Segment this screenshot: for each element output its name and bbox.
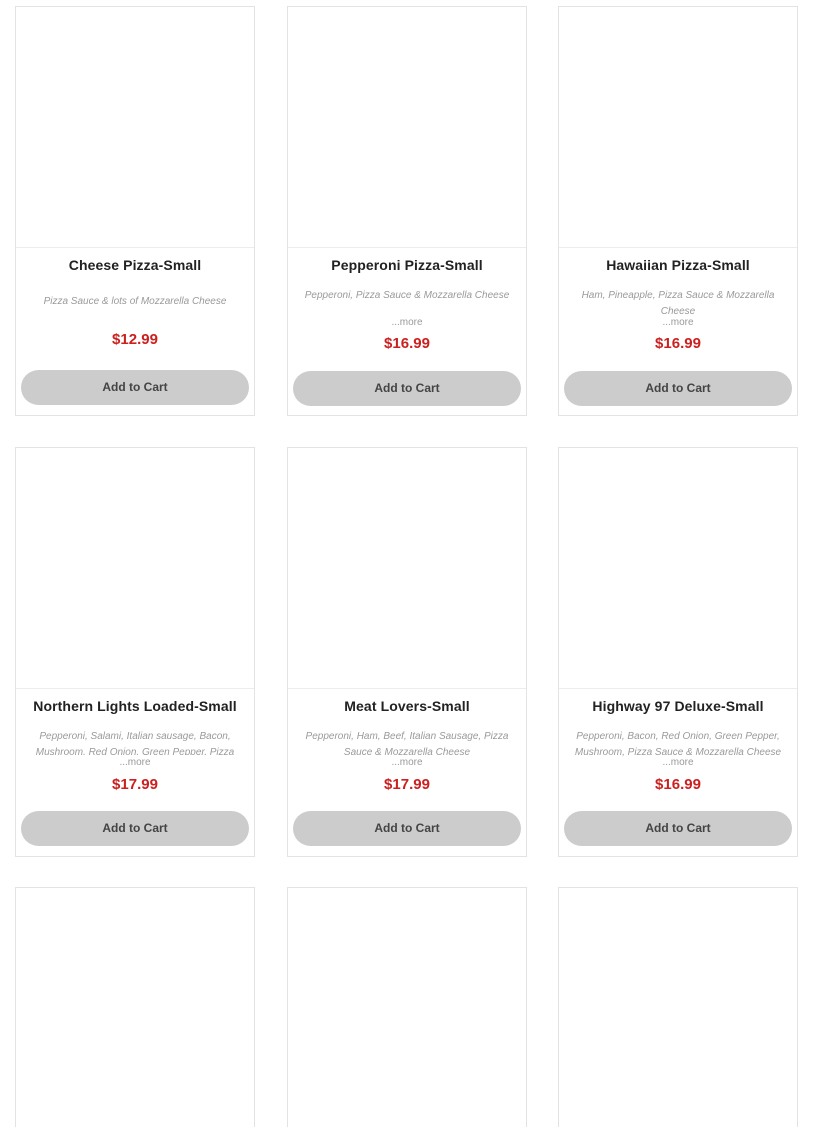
product-card[interactable] (287, 887, 527, 1128)
more-link[interactable]: ...more (288, 757, 526, 769)
product-card[interactable]: Hawaiian Pizza-Small Ham, Pineapple, Piz… (558, 6, 798, 416)
more-link[interactable]: ...more (288, 317, 526, 329)
product-image[interactable] (288, 448, 526, 689)
product-price: $17.99 (112, 776, 158, 793)
product-image[interactable] (288, 888, 526, 1128)
product-image[interactable] (16, 888, 254, 1128)
product-card[interactable]: Meat Lovers-Small Pepperoni, Ham, Beef, … (287, 447, 527, 857)
product-image[interactable] (559, 888, 797, 1128)
add-to-cart-button[interactable]: Add to Cart (293, 811, 521, 846)
product-price: $16.99 (384, 335, 430, 352)
product-description: Pizza Sauce & lots of Mozzarella Cheese (43, 296, 227, 307)
product-card[interactable] (15, 887, 255, 1128)
product-title[interactable]: Cheese Pizza-Small (16, 257, 254, 273)
product-title[interactable]: Northern Lights Loaded-Small (16, 698, 254, 714)
more-link[interactable]: ...more (559, 317, 797, 329)
add-to-cart-button[interactable]: Add to Cart (21, 811, 249, 846)
product-image[interactable] (16, 448, 254, 689)
product-price: $17.99 (384, 776, 430, 793)
product-description: Ham, Pineapple, Pizza Sauce & Mozzarella… (581, 290, 775, 317)
add-to-cart-button[interactable]: Add to Cart (564, 811, 792, 846)
product-title[interactable]: Highway 97 Deluxe-Small (559, 698, 797, 714)
product-title[interactable]: Pepperoni Pizza-Small (288, 257, 526, 273)
product-image[interactable] (16, 7, 254, 248)
product-price: $16.99 (655, 335, 701, 352)
product-card[interactable]: Northern Lights Loaded-Small Pepperoni, … (15, 447, 255, 857)
more-link[interactable]: ...more (16, 757, 254, 769)
add-to-cart-button[interactable]: Add to Cart (564, 371, 792, 406)
product-title[interactable]: Hawaiian Pizza-Small (559, 257, 797, 273)
product-image[interactable] (559, 7, 797, 248)
add-to-cart-button[interactable]: Add to Cart (21, 370, 249, 405)
product-image[interactable] (559, 448, 797, 689)
product-image[interactable] (288, 7, 526, 248)
more-link[interactable]: ...more (559, 757, 797, 769)
product-description: Pepperoni, Pizza Sauce & Mozzarella Chee… (304, 290, 510, 301)
product-card[interactable]: Highway 97 Deluxe-Small Pepperoni, Bacon… (558, 447, 798, 857)
product-card[interactable]: Pepperoni Pizza-Small Pepperoni, Pizza S… (287, 6, 527, 416)
product-title[interactable]: Meat Lovers-Small (288, 698, 526, 714)
add-to-cart-button[interactable]: Add to Cart (293, 371, 521, 406)
product-card[interactable]: Cheese Pizza-Small Pizza Sauce & lots of… (15, 6, 255, 416)
product-price: $12.99 (112, 331, 158, 348)
product-card[interactable] (558, 887, 798, 1128)
product-description: Pepperoni, Salami, Italian sausage, Baco… (35, 731, 235, 755)
product-price: $16.99 (655, 776, 701, 793)
